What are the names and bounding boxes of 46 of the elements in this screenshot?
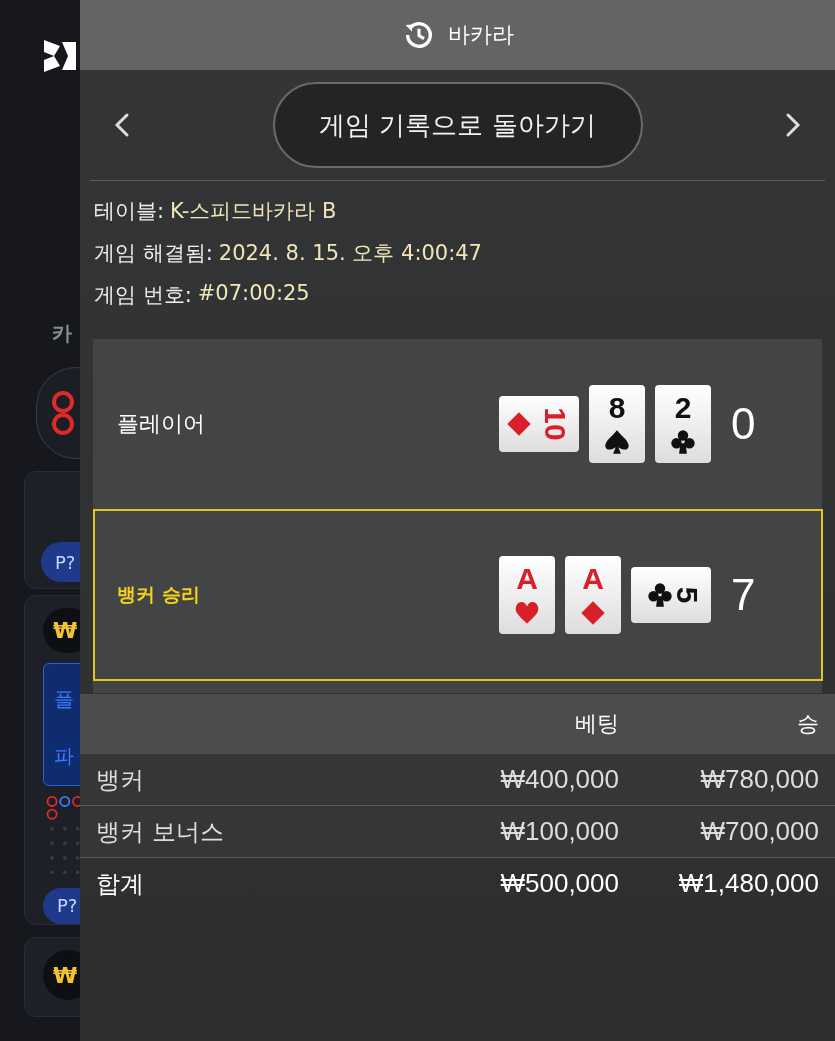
rings-icon [51, 391, 75, 435]
info-label: 게임 해결됨: [94, 240, 213, 267]
bet-name: 뱅커 보너스 [96, 816, 225, 848]
chevron-right-icon [785, 112, 801, 138]
hand-label: 플레이어 [117, 410, 206, 438]
back-button[interactable]: 게임 기록으로 돌아가기 [272, 82, 643, 168]
playing-card: A [499, 556, 555, 634]
bet-amount: ₩400,000 [499, 764, 619, 795]
column-header: 베팅 [574, 710, 619, 738]
bet-label: 플 [54, 686, 75, 714]
prediction-badge[interactable]: P? [43, 887, 80, 924]
playing-card: 5 [631, 567, 711, 623]
currency-badge: ₩ [43, 608, 80, 654]
playing-card: A [565, 556, 621, 634]
info-label: 테이블: [94, 198, 165, 225]
header-title: 바카라 [447, 21, 514, 49]
diamond-icon [580, 600, 606, 626]
club-icon [646, 582, 673, 608]
hand-label: 뱅커 승리 [117, 582, 201, 607]
win-amount: ₩700,000 [699, 816, 819, 847]
bet-name: 뱅커 [96, 764, 145, 796]
info-value: #07:00:25 [197, 281, 310, 307]
playing-card: 8 [589, 385, 645, 463]
playing-card: 10 [499, 396, 579, 452]
win-amount: ₩1,480,000 [677, 868, 819, 899]
hand-score: 0 [731, 399, 757, 449]
bet-label: 파 [54, 743, 75, 771]
info-label: 게임 번호: [94, 282, 192, 309]
win-amount: ₩780,000 [699, 764, 819, 795]
hand-score: 7 [731, 570, 757, 620]
diamond-icon [506, 411, 533, 437]
club-icon [670, 429, 696, 455]
bet-amount: ₩500,000 [499, 868, 619, 899]
chevron-left-icon [114, 112, 130, 138]
bet-amount: ₩100,000 [499, 816, 619, 847]
playing-card: 2 [655, 385, 711, 463]
prediction-badge[interactable]: P? [41, 542, 80, 582]
logo-icon [42, 38, 76, 74]
bet-name: 합계 [96, 868, 145, 900]
column-header: 승 [796, 710, 819, 738]
info-value: K-스피드바카라 B [170, 198, 337, 225]
info-value: 2024. 8. 15. 오후 4:00:47 [218, 240, 482, 267]
side-label: 카 [52, 320, 72, 347]
spade-icon [604, 429, 630, 455]
currency-badge: ₩ [43, 950, 80, 1000]
heart-icon [514, 600, 540, 626]
